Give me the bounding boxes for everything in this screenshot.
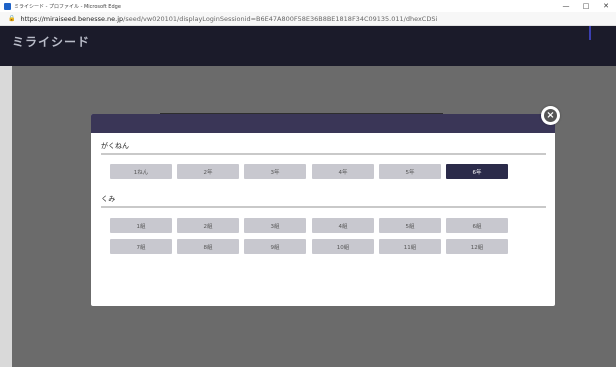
grade-button[interactable]: 1ねん <box>110 164 172 179</box>
address-bar[interactable]: 🔒 https://miraiseed.benesse.ne.jp/seed/v… <box>0 12 616 26</box>
backdrop-edge <box>0 66 12 367</box>
class-button[interactable]: 5組 <box>379 218 441 233</box>
window-title: ミライシード - プロファイル - Microsoft Edge <box>14 3 121 10</box>
browser-title-bar: ミライシード - プロファイル - Microsoft Edge — □ ✕ <box>0 0 616 12</box>
class-divider <box>101 206 546 208</box>
lock-icon: 🔒 <box>8 15 16 22</box>
class-button[interactable]: 4組 <box>312 218 374 233</box>
modal-header <box>91 114 555 133</box>
close-icon: × <box>544 109 557 122</box>
minimize-button[interactable]: — <box>556 2 576 10</box>
modal-close-button[interactable]: × <box>541 106 560 125</box>
class-button[interactable]: 11組 <box>379 239 441 254</box>
class-button[interactable]: 1組 <box>110 218 172 233</box>
class-button[interactable]: 2組 <box>177 218 239 233</box>
grade-button[interactable]: 3年 <box>244 164 306 179</box>
grade-button[interactable]: 4年 <box>312 164 374 179</box>
app-icon <box>4 2 11 10</box>
grade-divider <box>101 153 546 155</box>
class-button[interactable]: 6組 <box>446 218 508 233</box>
grade-class-modal: がくねん 1ねん 2年 3年 4年 5年 6年 くみ 1組 2組 3組 4組 5組 6組 7組 8組 9組… <box>91 114 555 306</box>
grade-section-label: がくねん <box>101 142 129 150</box>
grade-button[interactable]: 6年 <box>446 164 508 179</box>
url-text[interactable]: https://miraiseed.benesse.ne.jp/seed/vw0… <box>20 15 437 23</box>
class-section-label: くみ <box>101 195 116 203</box>
site-header: ミライシード <box>0 26 616 66</box>
url-path: /seed/vw020101/displayLoginSessionid=B6E… <box>123 14 438 23</box>
url-host: https://miraiseed.benesse.ne.jp <box>20 14 124 23</box>
window-close-button[interactable]: ✕ <box>596 2 616 10</box>
header-accent-bar <box>589 26 591 40</box>
class-button[interactable]: 10組 <box>312 239 374 254</box>
class-button[interactable]: 3組 <box>244 218 306 233</box>
grade-button[interactable]: 2年 <box>177 164 239 179</box>
class-button[interactable]: 8組 <box>177 239 239 254</box>
site-logo: ミライシード <box>12 35 91 49</box>
class-button[interactable]: 9組 <box>244 239 306 254</box>
grade-button[interactable]: 5年 <box>379 164 441 179</box>
class-button[interactable]: 7組 <box>110 239 172 254</box>
class-button[interactable]: 12組 <box>446 239 508 254</box>
maximize-button[interactable]: □ <box>576 2 596 10</box>
